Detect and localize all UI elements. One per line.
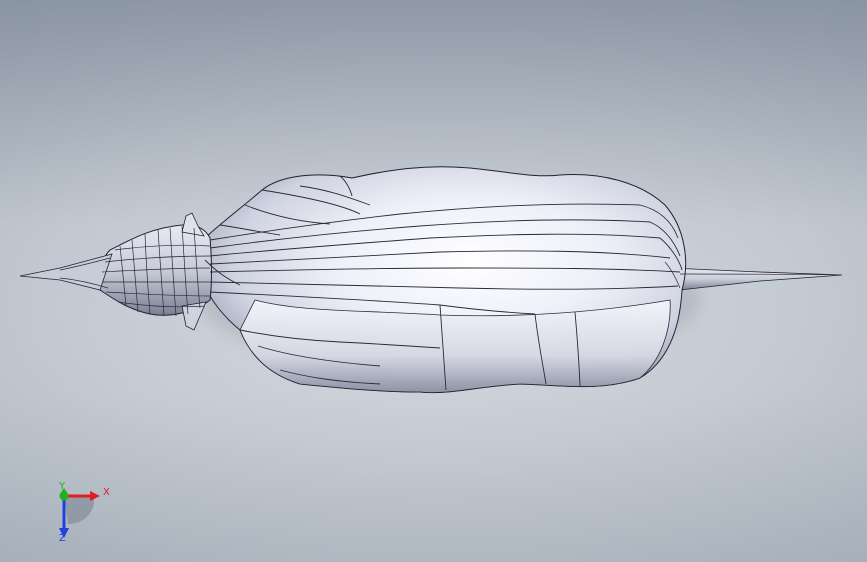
graphics-viewport[interactable]: X Y Z bbox=[0, 0, 867, 562]
nose-spike bbox=[19, 253, 113, 291]
axis-label-z: Z bbox=[59, 533, 66, 544]
axis-label-y: Y bbox=[59, 481, 66, 492]
upper-fin bbox=[181, 212, 205, 237]
coordinate-triad: X Y Z bbox=[44, 482, 114, 546]
axis-label-x: X bbox=[103, 487, 110, 498]
tail-spike bbox=[669, 267, 843, 291]
fuselage-surface-model[interactable] bbox=[0, 0, 867, 562]
